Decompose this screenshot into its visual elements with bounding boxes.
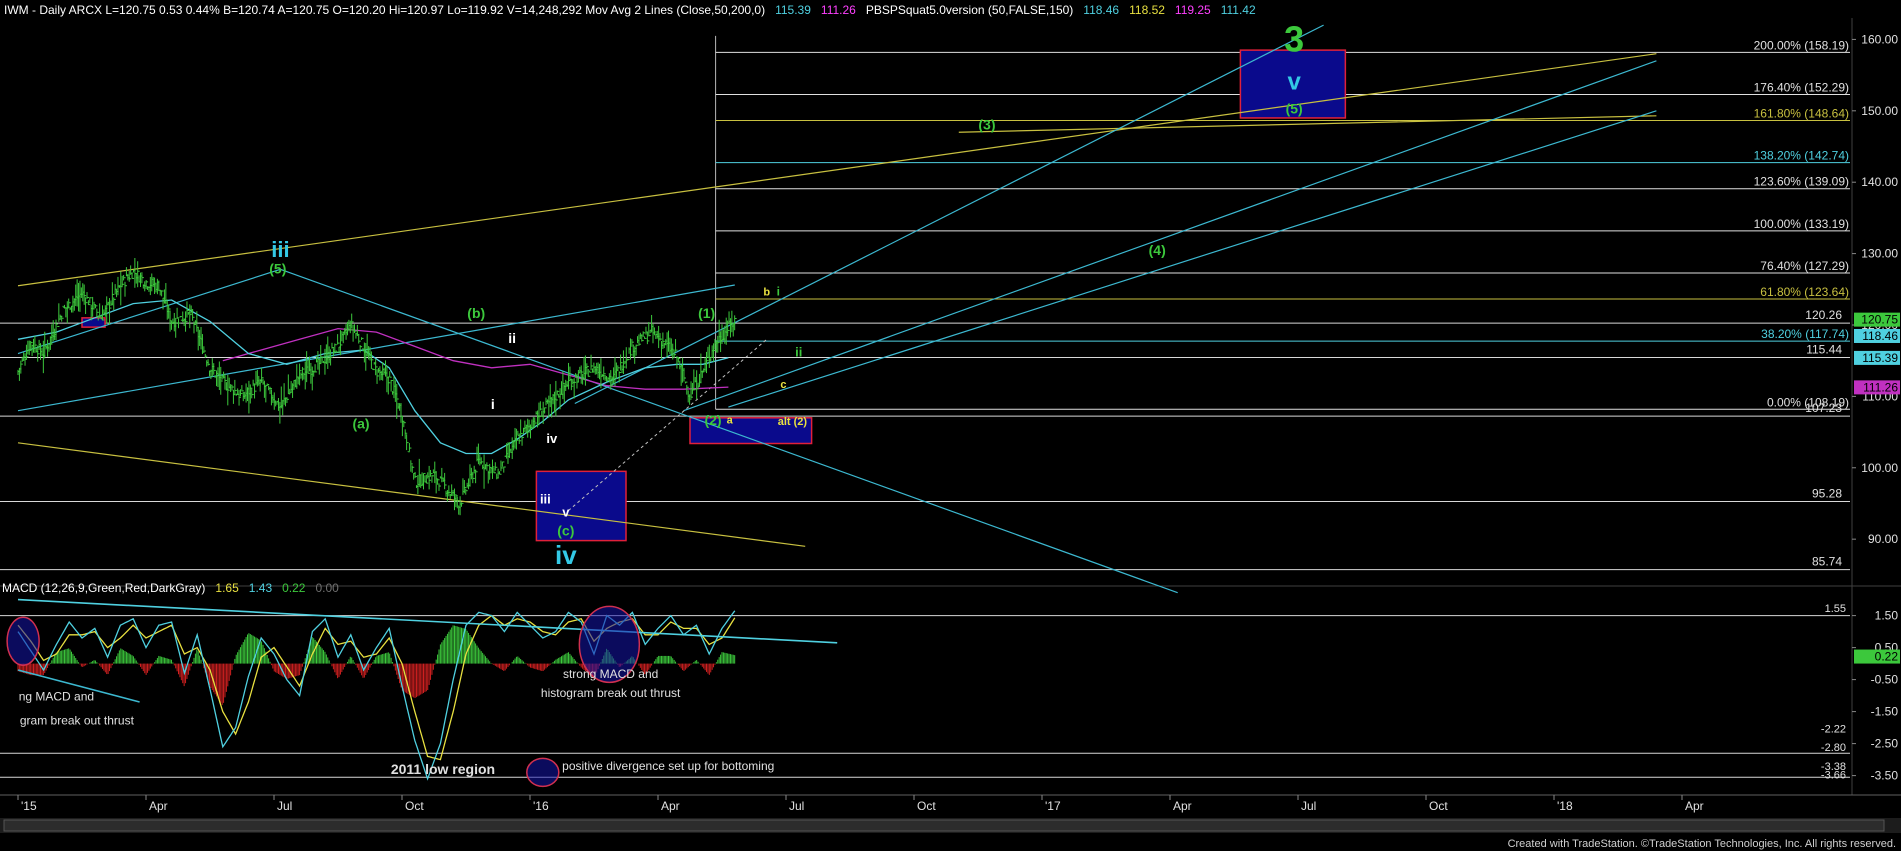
- macd-annotation: 2011 low region: [391, 761, 495, 777]
- x-tick-label: '15: [21, 799, 37, 813]
- x-tick-label: Oct: [1429, 799, 1448, 813]
- x-tick-label: Jul: [277, 799, 292, 813]
- macd-annotation: positive divergence set up for bottoming: [562, 759, 774, 773]
- wave-label: (3): [978, 116, 995, 132]
- header-segment: IWM - Daily ARCX L=120.75 0.53 0.44% B=1…: [4, 3, 765, 17]
- wave-label: v: [1287, 68, 1301, 95]
- wave-label: iv: [546, 431, 558, 446]
- horizontal-level-label: 120.26: [1805, 308, 1842, 322]
- wave-label: (5): [1286, 101, 1303, 117]
- wave-label: ii: [795, 344, 802, 359]
- wave-label: iii: [271, 237, 289, 262]
- x-tick-label: Apr: [661, 799, 680, 813]
- fib-level-label: 61.80% (123.64): [1760, 285, 1849, 299]
- wave-label: b: [763, 287, 770, 299]
- y-tick-label: 140.00: [1861, 175, 1898, 189]
- x-tick-label: Apr: [149, 799, 168, 813]
- highlight-circle: [6, 616, 40, 666]
- x-tick-label: Oct: [917, 799, 936, 813]
- macd-level-label: 1.55: [1825, 603, 1846, 615]
- y-tick-label: 150.00: [1861, 104, 1898, 118]
- macd-header-segment: MACD (12,26,9,Green,Red,DarkGray): [2, 581, 205, 595]
- wave-label: i: [777, 285, 780, 299]
- wave-label: (b): [467, 305, 485, 321]
- y-tick-label: 130.00: [1861, 247, 1898, 261]
- wave-label: (a): [352, 416, 369, 432]
- x-tick-label: '17: [1045, 799, 1061, 813]
- x-tick-label: Apr: [1685, 799, 1704, 813]
- header-segment: 111.26: [821, 3, 856, 17]
- wave-label: i: [491, 396, 495, 412]
- macd-header-segment: 1.43: [249, 581, 273, 595]
- x-tick-label: '18: [1557, 799, 1573, 813]
- chart-header: IWM - Daily ARCX L=120.75 0.53 0.44% B=1…: [4, 3, 1256, 17]
- wave-label: iii: [540, 491, 551, 506]
- x-tick-label: Oct: [405, 799, 424, 813]
- x-tick-label: '16: [533, 799, 549, 813]
- fib-level-label: 176.40% (152.29): [1754, 80, 1849, 94]
- header-segment: 119.25: [1175, 3, 1211, 17]
- wave-label: ii: [508, 330, 516, 346]
- macd-header-segment: 0.00: [315, 581, 339, 595]
- price-tag-label: 118.46: [1862, 329, 1898, 343]
- macd-header: MACD (12,26,9,Green,Red,DarkGray) 1.65 1.4…: [2, 581, 339, 595]
- macd-y-tick-label: -3.50: [1871, 769, 1899, 783]
- wave-label: (1): [698, 305, 715, 321]
- wave-label: c: [780, 379, 786, 391]
- horizontal-level-label: 85.74: [1812, 555, 1842, 569]
- macd-y-tick-label: -0.50: [1871, 673, 1899, 687]
- fib-level-label: 161.80% (148.64): [1754, 107, 1849, 121]
- header-segment: 118.52: [1129, 3, 1165, 17]
- fib-level-label: 200.00% (158.19): [1754, 38, 1849, 52]
- header-segment: 118.46: [1083, 3, 1119, 17]
- wave-label: (4): [1149, 242, 1166, 258]
- horizontal-level-label: 115.44: [1806, 343, 1842, 357]
- macd-annotation: histogram break out thrust: [541, 686, 681, 700]
- x-tick-label: Apr: [1173, 799, 1192, 813]
- wave-label: iv: [555, 540, 577, 570]
- fib-level-label: 76.40% (127.29): [1760, 259, 1849, 273]
- macd-y-tick-label: -2.50: [1871, 737, 1899, 751]
- wave-label: (c): [557, 523, 574, 539]
- wave-label: 3: [1284, 19, 1304, 60]
- macd-header-segment: 0.22: [282, 581, 306, 595]
- macd-header-segment: 1.65: [215, 581, 239, 595]
- wave-label: a: [727, 415, 734, 427]
- macd-annotation: gram break out thrust: [20, 713, 135, 727]
- y-tick-label: 90.00: [1868, 532, 1898, 546]
- fib-level-label: 123.60% (139.09): [1754, 175, 1849, 189]
- price-tag-label: 111.26: [1863, 380, 1898, 394]
- macd-annotation: ng MACD and: [19, 689, 94, 703]
- price-tag-label: 120.75: [1861, 313, 1898, 327]
- horizontal-level-label: 107.23: [1805, 401, 1842, 415]
- wave-label: alt (2): [778, 416, 808, 428]
- macd-annotation: strong MACD and: [563, 667, 658, 681]
- wave-label: (2): [704, 412, 721, 428]
- fib-level-label: 138.20% (142.74): [1754, 149, 1849, 163]
- header-segment: PBSPSquat5.0version (50,FALSE,150): [866, 3, 1073, 17]
- price-tag-label: 115.39: [1862, 351, 1898, 365]
- fib-level-label: 38.20% (117.74): [1761, 327, 1849, 341]
- macd-current-tag-label: 0.22: [1875, 650, 1899, 664]
- x-tick-label: Jul: [789, 799, 804, 813]
- x-tick-label: Jul: [1301, 799, 1316, 813]
- macd-y-tick-label: -1.50: [1871, 705, 1899, 719]
- scrollbar-thumb: [3, 819, 1885, 832]
- chart-background: [0, 0, 1901, 851]
- highlight-circle: [526, 757, 560, 788]
- footer-credit: Created with TradeStation. ©TradeStation…: [1508, 838, 1896, 850]
- macd-y-tick-label: 1.50: [1875, 609, 1899, 623]
- macd-level-label: -3.66: [1821, 770, 1846, 782]
- header-segment: 111.42: [1221, 3, 1256, 17]
- macd-level-label: -2.22: [1821, 724, 1846, 736]
- y-tick-label: 100.00: [1861, 461, 1898, 475]
- wave-label: v: [562, 504, 570, 519]
- horizontal-level-label: 95.28: [1812, 486, 1842, 500]
- macd-level-label: -2.80: [1821, 742, 1846, 754]
- header-segment: 115.39: [775, 3, 811, 17]
- fib-level-label: 100.00% (133.19): [1754, 217, 1849, 231]
- wave-label: (5): [269, 261, 286, 277]
- y-tick-label: 160.00: [1861, 32, 1898, 46]
- chart-canvas: 200.00% (158.19) 176.40% (152.29) 161.80% …: [0, 0, 1901, 851]
